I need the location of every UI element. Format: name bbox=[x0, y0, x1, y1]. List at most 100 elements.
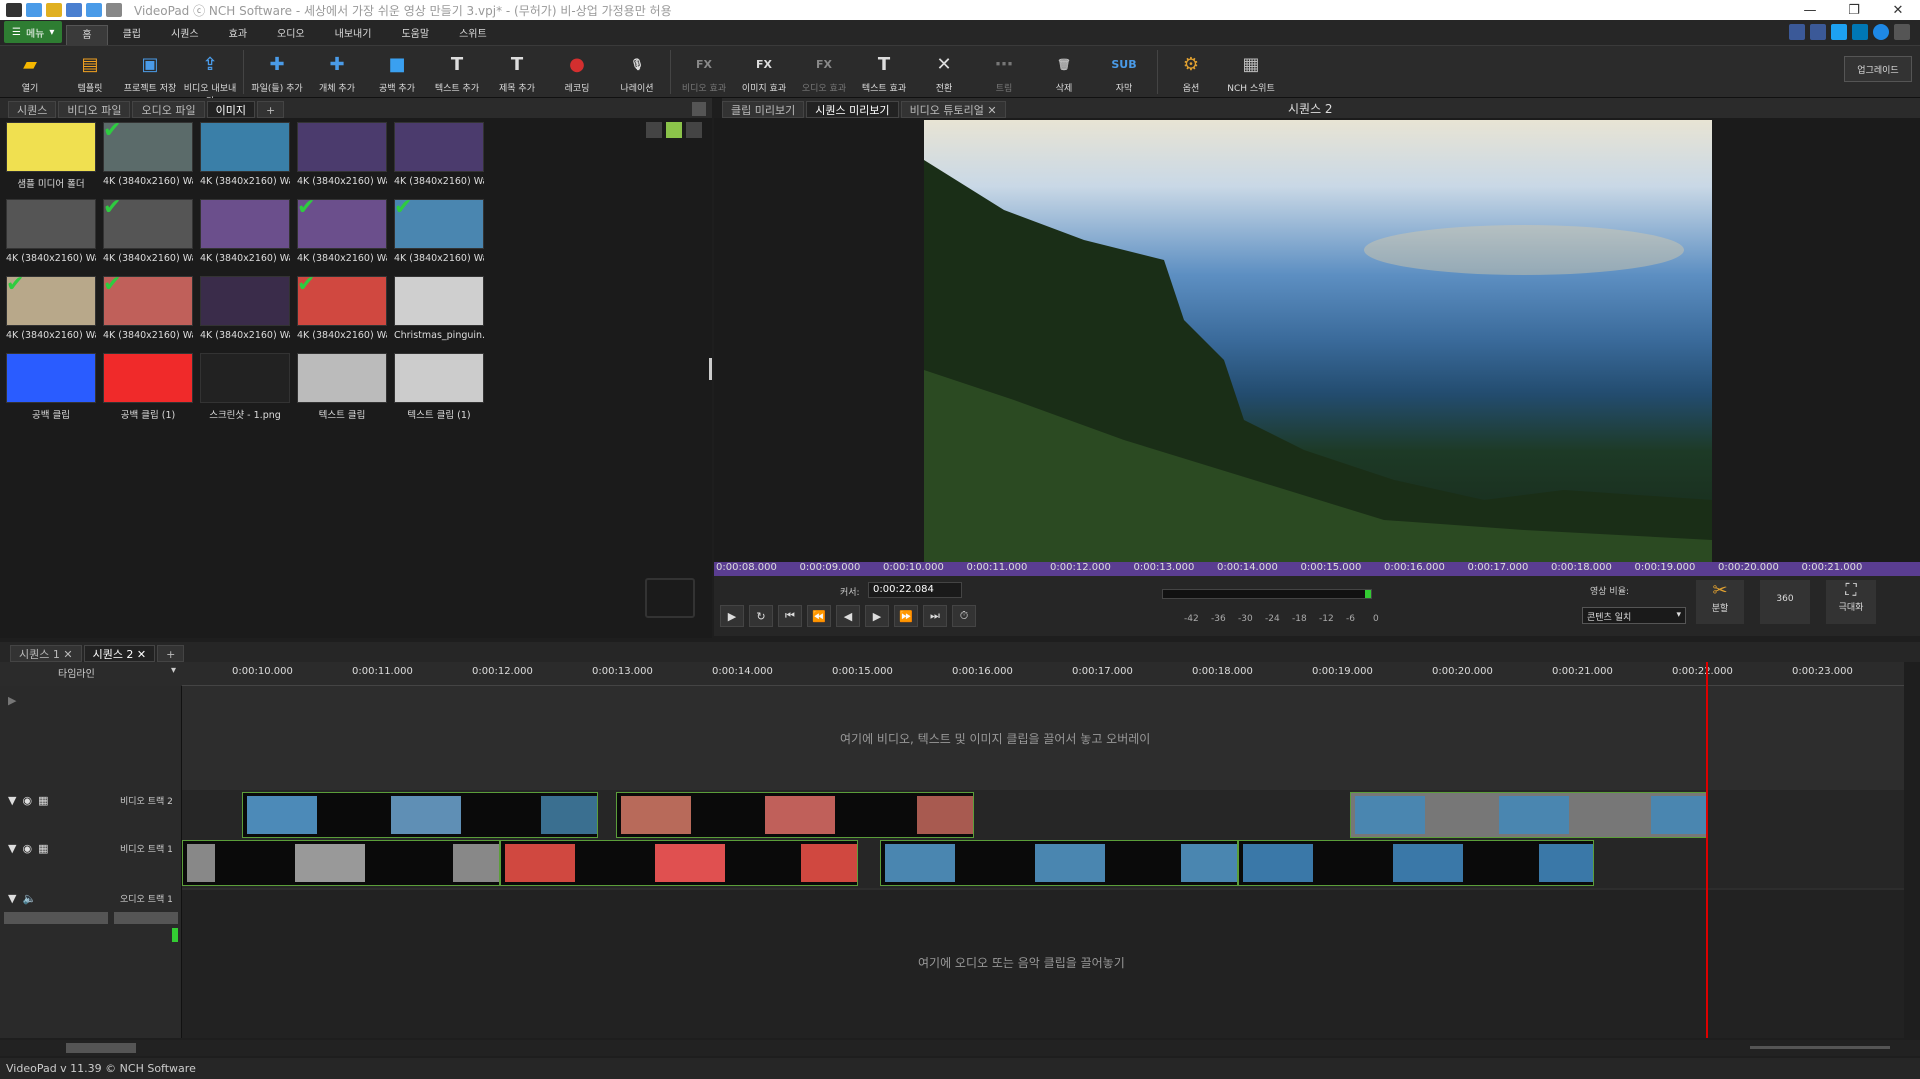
bin-tab-add[interactable]: + bbox=[256, 101, 285, 118]
open-icon[interactable] bbox=[46, 3, 62, 17]
next-clip-button[interactable]: ⏩ bbox=[894, 605, 918, 627]
bin-tab-audio[interactable]: 오디오 파일 bbox=[132, 101, 205, 118]
timeline-clip[interactable] bbox=[500, 840, 858, 886]
menu-button[interactable]: ☰ 메뉴 ▾ bbox=[4, 21, 63, 43]
collapse-icon[interactable]: ▼ bbox=[8, 892, 16, 905]
timeline-clip[interactable] bbox=[880, 840, 1238, 886]
tab-sequence-preview[interactable]: 시퀀스 미리보기 bbox=[806, 101, 899, 118]
tab-audio[interactable]: 오디오 bbox=[262, 25, 320, 45]
collapse-icon[interactable]: ▼ bbox=[8, 794, 16, 807]
media-thumbnail[interactable]: ✔ 4K (3840x2160) Wallp... bbox=[6, 272, 96, 341]
preview-ruler[interactable]: 0:00:08.000 0:00:09.000 0:00:10.000 0:00:11… bbox=[714, 562, 1920, 576]
timeline-clip[interactable] bbox=[242, 792, 598, 838]
overlay-expand-icon[interactable]: ▶ bbox=[8, 694, 16, 707]
upgrade-button[interactable]: 업그레이드 bbox=[1844, 56, 1912, 82]
media-thumbnail[interactable]: ✔ 4K (3840x2160) Wallp... bbox=[394, 195, 484, 264]
bin-tab-images[interactable]: 이미지 bbox=[206, 101, 255, 118]
minimize-button[interactable]: — bbox=[1788, 3, 1832, 18]
go-start-button[interactable]: ⏮ bbox=[778, 605, 802, 627]
timeline-clip[interactable] bbox=[1238, 840, 1594, 886]
timeline-clip[interactable] bbox=[616, 792, 974, 838]
media-thumbnail[interactable]: 공백 클립 (1) bbox=[103, 353, 193, 421]
media-thumbnail[interactable]: ✔ 4K (3840x2160) Wallp... bbox=[297, 195, 387, 264]
sequence-tab-2[interactable]: 시퀀스 2 ✕ bbox=[83, 645, 156, 662]
scroll-thumb[interactable] bbox=[66, 1043, 136, 1053]
play-button[interactable]: ▶ bbox=[720, 605, 744, 627]
sequence-tab-1[interactable]: 시퀀스 1 ✕ bbox=[10, 645, 82, 662]
loop-button[interactable]: ↻ bbox=[749, 605, 773, 627]
media-thumbnail[interactable]: 4K (3840x2160) Wallp... bbox=[200, 199, 290, 264]
vr-360-button[interactable]: 360 bbox=[1760, 580, 1810, 624]
prev-clip-button[interactable]: ⏪ bbox=[807, 605, 831, 627]
new-icon[interactable] bbox=[26, 3, 42, 17]
media-thumbnail[interactable]: 샘플 미디어 폴더 bbox=[6, 122, 96, 190]
bin-tab-video[interactable]: 비디오 파일 bbox=[58, 101, 131, 118]
tab-export[interactable]: 내보내기 bbox=[320, 25, 387, 45]
timeline-ruler[interactable]: 0:00:10.000 0:00:11.000 0:00:12.000 0:00:13… bbox=[182, 662, 1904, 686]
tab-home[interactable]: 홈 bbox=[66, 25, 108, 45]
bin-tab-sequences[interactable]: 시퀀스 bbox=[8, 101, 57, 118]
save-icon[interactable] bbox=[66, 3, 82, 17]
help-icon[interactable] bbox=[1873, 24, 1889, 40]
add-sequence-tab[interactable]: + bbox=[157, 645, 185, 662]
grid-icon[interactable]: ▦ bbox=[38, 842, 48, 855]
tab-suite[interactable]: 스위트 bbox=[444, 25, 502, 45]
media-thumbnail[interactable]: 4K (3840x2160) Wallp... bbox=[200, 276, 290, 341]
grid-icon[interactable]: ▦ bbox=[38, 794, 48, 807]
timeline-clip[interactable] bbox=[182, 840, 500, 886]
media-thumbnail[interactable]: 공백 클립 bbox=[6, 353, 96, 421]
media-thumbnail[interactable]: 4K (3840x2160) Wallp... bbox=[200, 122, 290, 187]
cursor-time-field[interactable]: 0:00:22.084 bbox=[868, 582, 962, 598]
linkedin-icon[interactable] bbox=[1852, 24, 1868, 40]
go-end-button[interactable]: ⏭ bbox=[923, 605, 947, 627]
like-icon[interactable] bbox=[1789, 24, 1805, 40]
facebook-icon[interactable] bbox=[1810, 24, 1826, 40]
step-forward-button[interactable]: ▶ bbox=[865, 605, 889, 627]
visibility-icon[interactable]: ◉ bbox=[22, 842, 32, 855]
media-thumbnail[interactable]: ✔ 4K (3840x2160) Wallp... bbox=[103, 118, 193, 187]
list-view-icon[interactable] bbox=[686, 122, 702, 138]
tab-effects[interactable]: 효과 bbox=[214, 25, 262, 45]
step-back-button[interactable]: ◀ bbox=[836, 605, 860, 627]
redo-icon[interactable] bbox=[106, 3, 122, 17]
dropdown-icon[interactable] bbox=[1894, 24, 1910, 40]
tab-clip[interactable]: 클립 bbox=[108, 25, 156, 45]
media-thumbnail[interactable]: 텍스트 클립 bbox=[297, 353, 387, 421]
zoom-slider[interactable] bbox=[1750, 1046, 1890, 1049]
visibility-icon[interactable]: ◉ bbox=[22, 794, 32, 807]
trash-icon[interactable] bbox=[646, 122, 662, 138]
timeline-clip[interactable] bbox=[1350, 792, 1708, 838]
maximize-button[interactable]: ❐ bbox=[1832, 3, 1876, 18]
tab-help[interactable]: 도움말 bbox=[386, 25, 444, 45]
speaker-icon[interactable]: 🔈 bbox=[22, 892, 36, 905]
close-button[interactable]: ✕ bbox=[1876, 3, 1920, 18]
timeline-scrollbar[interactable] bbox=[0, 1040, 1920, 1056]
aspect-select[interactable]: 콘텐츠 일치 ▾ bbox=[1582, 607, 1686, 624]
tab-sequence[interactable]: 시퀀스 bbox=[156, 25, 214, 45]
fullscreen-button[interactable]: ⛶ 극대화 bbox=[1826, 580, 1876, 624]
tab-video-tutorial[interactable]: 비디오 튜토리얼 ✕ bbox=[900, 101, 1006, 118]
panel-splitter[interactable] bbox=[709, 358, 712, 380]
media-thumbnail[interactable]: 4K (3840x2160) Wallp... bbox=[297, 122, 387, 187]
media-thumbnail[interactable]: ✔ 4K (3840x2160) Wallp... bbox=[103, 195, 193, 264]
media-thumbnail[interactable]: 텍스트 클립 (1) bbox=[394, 353, 484, 421]
add-folder-icon[interactable] bbox=[666, 122, 682, 138]
volume-slider[interactable] bbox=[4, 912, 108, 924]
media-thumbnail[interactable]: 4K (3840x2160) Wallp... bbox=[394, 122, 484, 187]
pan-slider[interactable] bbox=[114, 912, 178, 924]
close-tab-icon[interactable]: ✕ bbox=[987, 104, 996, 117]
media-thumbnail[interactable]: Christmas_pinguin.png bbox=[394, 276, 484, 341]
timeline-mode-select[interactable]: 타임라인 ▾ bbox=[0, 662, 182, 686]
media-thumbnail[interactable]: 4K (3840x2160) Wallp... bbox=[6, 199, 96, 264]
split-button[interactable]: ✂ 분할 bbox=[1696, 580, 1744, 624]
tab-clip-preview[interactable]: 클립 미리보기 bbox=[722, 101, 805, 118]
media-thumbnail[interactable]: 스크린샷 - 1.png bbox=[200, 353, 290, 421]
media-thumbnail[interactable]: ✔ 4K (3840x2160) Wallp... bbox=[103, 272, 193, 341]
undock-icon[interactable] bbox=[692, 102, 706, 116]
playhead[interactable] bbox=[1706, 662, 1708, 1038]
undo-icon[interactable] bbox=[86, 3, 102, 17]
speed-button[interactable]: ⏱ bbox=[952, 605, 976, 627]
twitter-icon[interactable] bbox=[1831, 24, 1847, 40]
collapse-icon[interactable]: ▼ bbox=[8, 842, 16, 855]
media-thumbnail[interactable]: ✔ 4K (3840x2160) Wallp... bbox=[297, 272, 387, 341]
